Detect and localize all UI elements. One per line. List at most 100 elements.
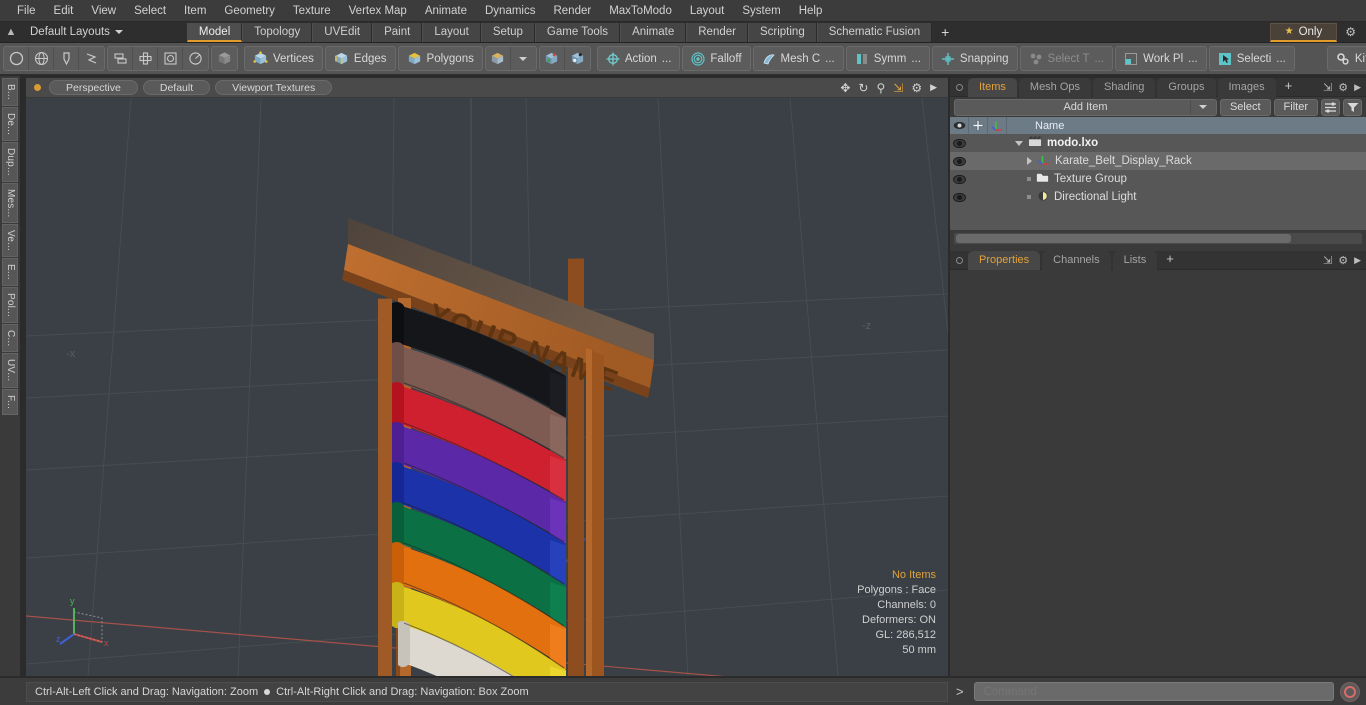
gear-icon[interactable]: ⚙: [1338, 254, 1348, 267]
layout-tab-game-tools[interactable]: Game Tools: [534, 22, 621, 42]
tab-lists[interactable]: Lists: [1112, 250, 1158, 270]
tree-row-light[interactable]: Directional Light: [950, 188, 1366, 206]
layout-tab-model[interactable]: Model: [186, 22, 243, 42]
panel-menu-arrow-icon[interactable]: ▶: [1354, 255, 1361, 266]
tab-mesh-ops[interactable]: Mesh Ops: [1018, 77, 1092, 97]
select-through-tool[interactable]: Select T ...: [1019, 46, 1114, 71]
vtab-curve[interactable]: C...: [2, 324, 18, 353]
tab-properties[interactable]: Properties: [968, 250, 1041, 270]
add-panel-tab-button[interactable]: +: [1278, 78, 1300, 97]
chevron-down-icon[interactable]: [511, 47, 536, 70]
viewport-settings-gear-icon[interactable]: ⚙: [911, 82, 922, 94]
circle-icon[interactable]: [4, 47, 29, 70]
layout-tab-schematic-fusion[interactable]: Schematic Fusion: [816, 22, 933, 42]
vtab-basic[interactable]: B...: [2, 78, 18, 106]
falloff-tool[interactable]: Falloff: [682, 46, 751, 71]
viewport-view-mode-dropdown[interactable]: Perspective: [49, 80, 138, 95]
home-icon[interactable]: ▲: [0, 23, 22, 42]
gear-icon[interactable]: ⚙: [1338, 81, 1348, 94]
viewport-shading-dropdown[interactable]: Viewport Textures: [215, 80, 333, 95]
menu-item-select[interactable]: Select: [125, 2, 175, 20]
fit-icon[interactable]: ⇲: [893, 82, 903, 94]
layout-tab-topology[interactable]: Topology: [242, 22, 313, 42]
menu-item-dynamics[interactable]: Dynamics: [476, 2, 544, 20]
list-options-icon[interactable]: [1321, 98, 1340, 116]
select-button[interactable]: Select: [1219, 98, 1271, 116]
layout-tab-layout[interactable]: Layout: [422, 22, 481, 42]
tree-row-scene[interactable]: modo.lxo: [950, 134, 1366, 152]
gear-icon[interactable]: ⚙: [1341, 25, 1360, 39]
menu-item-geometry[interactable]: Geometry: [215, 2, 284, 20]
add-layout-tab-button[interactable]: +: [932, 23, 958, 42]
expand-icon[interactable]: ⇲: [1323, 254, 1332, 267]
items-tree[interactable]: modo.lxo Karate_Belt_Display_Rack Textur…: [950, 134, 1366, 230]
layout-tab-scripting[interactable]: Scripting: [747, 22, 817, 42]
selection-set-tool[interactable]: Selecti ...: [1208, 46, 1295, 71]
tree-item-texture-group[interactable]: Texture Group: [1007, 172, 1127, 186]
vtab-uv[interactable]: UV...: [2, 353, 18, 388]
center-icon[interactable]: [133, 47, 158, 70]
viewport-menu-arrow-icon[interactable]: ▶: [930, 83, 937, 92]
mesh-constraint-tool[interactable]: Mesh C ...: [752, 46, 844, 71]
item-cube-icon[interactable]: [212, 47, 237, 70]
tree-row-mesh[interactable]: Karate_Belt_Display_Rack: [950, 152, 1366, 170]
menu-item-edit[interactable]: Edit: [45, 2, 83, 20]
visibility-toggle[interactable]: [950, 170, 969, 188]
tab-shading[interactable]: Shading: [1093, 77, 1156, 97]
add-properties-tab-button[interactable]: +: [1159, 251, 1181, 270]
vtab-polygon[interactable]: Pol...: [2, 287, 18, 324]
default-layouts-dropdown[interactable]: Default Layouts: [22, 26, 131, 38]
chevron-right-icon[interactable]: [1027, 157, 1032, 165]
menu-item-help[interactable]: Help: [790, 2, 832, 20]
tab-channels[interactable]: Channels: [1042, 250, 1111, 270]
work-plane-tool[interactable]: Work Pl ...: [1115, 46, 1207, 71]
expand-icon[interactable]: ⇲: [1323, 81, 1332, 94]
uv-cube-icon[interactable]: [540, 47, 565, 70]
viewport-canvas[interactable]: YOUR NAME -x -z y x z No Items Polygons …: [26, 98, 948, 676]
layout-tab-paint[interactable]: Paint: [372, 22, 423, 42]
filter-button[interactable]: Filter: [1273, 98, 1318, 116]
layout-tab-animate[interactable]: Animate: [620, 22, 687, 42]
filter-funnel-icon[interactable]: [1343, 98, 1362, 116]
align-icon[interactable]: [108, 47, 133, 70]
tree-item-scene[interactable]: modo.lxo: [1007, 136, 1098, 150]
tree-item-light[interactable]: Directional Light: [1007, 190, 1136, 205]
menu-item-maxtomodo[interactable]: MaxToModo: [600, 2, 681, 20]
menu-item-item[interactable]: Item: [175, 2, 215, 20]
menu-item-render[interactable]: Render: [544, 2, 600, 20]
tab-items[interactable]: Items: [968, 77, 1017, 97]
vtab-duplicate[interactable]: Dup...: [2, 141, 18, 182]
vtab-edge[interactable]: E...: [2, 258, 18, 287]
chevron-down-icon[interactable]: [1015, 140, 1023, 146]
lasso-icon[interactable]: [79, 47, 104, 70]
rotate-icon[interactable]: [183, 47, 208, 70]
pen-icon[interactable]: [54, 47, 79, 70]
menu-item-layout[interactable]: Layout: [681, 2, 734, 20]
menu-item-vertex-map[interactable]: Vertex Map: [340, 2, 416, 20]
pan-icon[interactable]: ✥: [840, 82, 850, 94]
tab-groups[interactable]: Groups: [1157, 77, 1216, 97]
menu-item-system[interactable]: System: [733, 2, 789, 20]
rotate-icon[interactable]: ↻: [858, 82, 868, 94]
menu-item-view[interactable]: View: [82, 2, 125, 20]
tree-item-mesh[interactable]: Karate_Belt_Display_Rack: [1007, 154, 1192, 169]
visibility-toggle[interactable]: [950, 152, 969, 170]
action-center-tool[interactable]: Action ...: [596, 46, 681, 71]
menu-item-texture[interactable]: Texture: [284, 2, 340, 20]
globe-icon[interactable]: [29, 47, 54, 70]
vtab-mesh-edit[interactable]: Mes...: [2, 182, 18, 224]
snapping-tool[interactable]: Snapping: [931, 46, 1018, 71]
frame-icon[interactable]: [158, 47, 183, 70]
tree-row-texture-group[interactable]: Texture Group: [950, 170, 1366, 188]
vtab-deform[interactable]: De...: [2, 106, 18, 141]
menu-item-animate[interactable]: Animate: [416, 2, 476, 20]
kits-tool[interactable]: Kits: [1326, 46, 1366, 71]
vtab-fusion[interactable]: F...: [2, 388, 18, 415]
selection-mode-vertices[interactable]: Vertices: [244, 46, 323, 71]
selection-mode-polygons[interactable]: Polygons: [397, 46, 483, 71]
command-input[interactable]: [973, 682, 1334, 701]
zoom-icon[interactable]: ⚲: [876, 82, 885, 94]
scrollbar-thumb[interactable]: [956, 234, 1291, 243]
viewport-render-preset-dropdown[interactable]: Default: [142, 80, 211, 95]
symmetry-tool[interactable]: Symm ...: [845, 46, 930, 71]
